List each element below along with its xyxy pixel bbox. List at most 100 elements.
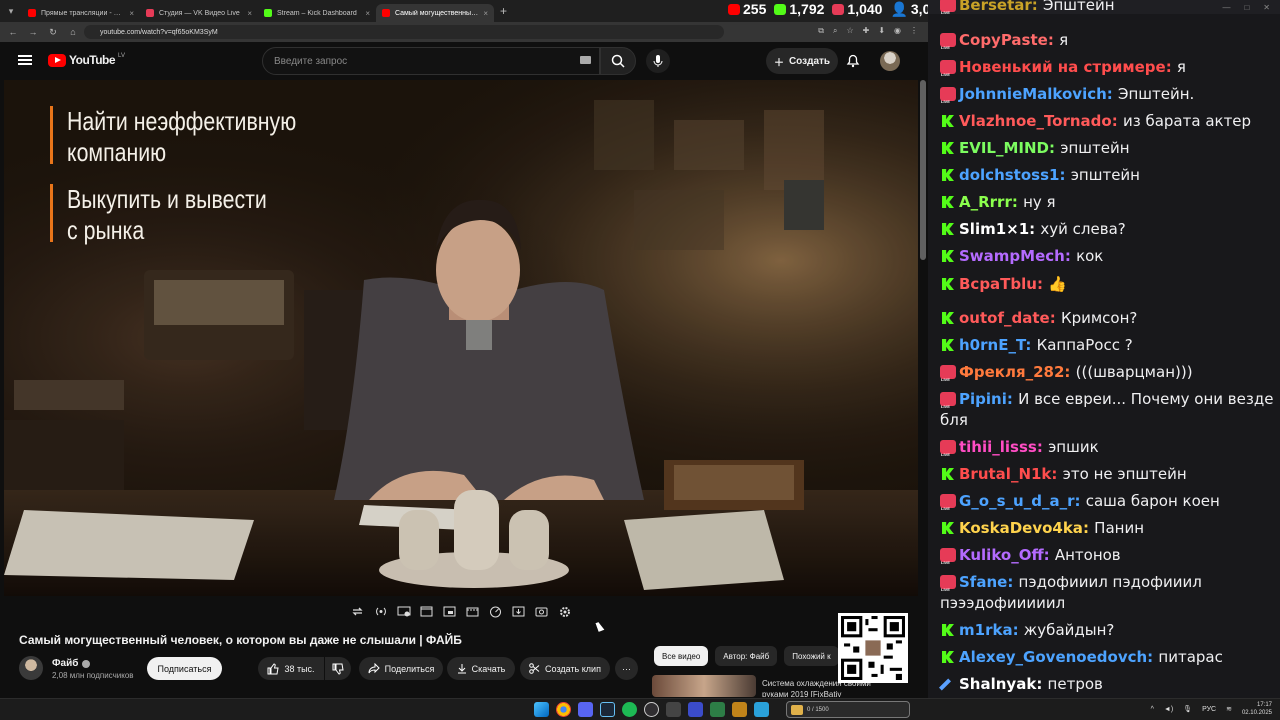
chat-username[interactable]: JohnnieMalkovich bbox=[959, 85, 1107, 103]
chat-username[interactable]: G_o_s_u_d_a_r bbox=[959, 492, 1074, 510]
download-icon[interactable]: ⬇ bbox=[878, 26, 885, 36]
chat-username[interactable]: m1rka bbox=[959, 621, 1013, 639]
back-icon[interactable]: ← bbox=[8, 27, 18, 37]
new-tab-button[interactable]: + bbox=[500, 4, 507, 18]
mic-tray-icon[interactable]: 🎙 bbox=[1183, 705, 1192, 713]
chat-username[interactable]: KoskaDevo4ka bbox=[959, 519, 1083, 537]
steam-icon[interactable] bbox=[600, 702, 615, 717]
profile-icon[interactable]: ◉ bbox=[894, 26, 901, 36]
dislike-button[interactable] bbox=[325, 657, 351, 680]
chat-username[interactable]: dolchstoss1 bbox=[959, 166, 1059, 184]
verified-icon bbox=[82, 659, 91, 668]
theater-mode-icon[interactable] bbox=[442, 604, 457, 619]
chat-username[interactable]: A_Rrrr bbox=[959, 193, 1012, 211]
chat-username[interactable]: outof_date bbox=[959, 309, 1050, 327]
page-scrollbar[interactable] bbox=[920, 80, 926, 260]
download-video-icon[interactable] bbox=[511, 604, 526, 619]
film-icon[interactable] bbox=[419, 604, 434, 619]
bookmark-star-icon[interactable]: ☆ bbox=[846, 26, 853, 36]
youtube-logo[interactable]: YouTube LV bbox=[48, 53, 125, 67]
obs-icon[interactable] bbox=[644, 702, 659, 717]
close-tab-icon[interactable]: × bbox=[129, 9, 134, 18]
extensions-icon[interactable]: ✚ bbox=[863, 26, 870, 36]
windows-start-icon[interactable] bbox=[534, 702, 549, 717]
channel-name-text: Файб bbox=[52, 658, 79, 669]
tab-search-icon[interactable]: ▾ bbox=[0, 0, 22, 22]
chrome-icon[interactable] bbox=[556, 702, 571, 717]
media-player-icon[interactable] bbox=[688, 702, 703, 717]
notifications-button[interactable] bbox=[846, 53, 860, 73]
wifi-icon[interactable]: ≋ bbox=[1226, 705, 1232, 713]
chat-username[interactable]: Фрекля_282 bbox=[959, 363, 1064, 381]
browser-menu-icon[interactable]: ⋮ bbox=[910, 26, 918, 36]
chat-username[interactable]: Pipini bbox=[959, 390, 1007, 408]
speed-icon[interactable] bbox=[488, 604, 503, 619]
chat-username[interactable]: Slim1×1 bbox=[959, 220, 1029, 238]
chat-username[interactable]: Kuliko_Off bbox=[959, 546, 1044, 564]
like-button[interactable]: 38 тыс. bbox=[258, 657, 324, 680]
chat-username[interactable]: EVIL_MIND bbox=[959, 139, 1049, 157]
folder-icon[interactable] bbox=[732, 702, 747, 717]
clock[interactable]: 17:17 02.10.2025 bbox=[1242, 701, 1272, 717]
clip-icon[interactable] bbox=[465, 604, 480, 619]
chat-username[interactable]: Sfane bbox=[959, 573, 1007, 591]
url-field[interactable]: youtube.com/watch?v=qf65oKM3SyM bbox=[84, 25, 724, 39]
close-tab-icon[interactable]: × bbox=[247, 9, 252, 18]
account-avatar[interactable] bbox=[880, 51, 900, 71]
cast-icon[interactable] bbox=[396, 604, 411, 619]
discord-icon[interactable] bbox=[578, 702, 593, 717]
spotify-icon[interactable] bbox=[622, 702, 637, 717]
chip-author[interactable]: Автор: Файб bbox=[715, 646, 778, 666]
download-button[interactable]: Скачать bbox=[447, 657, 515, 680]
forward-icon[interactable]: → bbox=[28, 27, 38, 37]
zoom-icon[interactable]: ⌕ bbox=[833, 26, 837, 36]
speaker-icon[interactable]: ◄) bbox=[1164, 706, 1173, 713]
chat-username[interactable]: SwampMech bbox=[959, 247, 1065, 265]
chat-username[interactable]: h0rnE_T bbox=[959, 336, 1025, 354]
tab-vk-studio[interactable]: Студия — VK Видео Live × bbox=[140, 4, 258, 22]
telegram-icon[interactable] bbox=[754, 702, 769, 717]
chat-username[interactable]: Brutal_N1k bbox=[959, 465, 1051, 483]
voice-search-button[interactable] bbox=[646, 49, 670, 73]
chat-username[interactable]: Vlazhnoe_Tornado bbox=[959, 112, 1112, 130]
create-button[interactable]: ＋ Создать bbox=[766, 48, 838, 74]
chip-similar[interactable]: Похожий к bbox=[784, 646, 839, 666]
terminal-icon[interactable] bbox=[710, 702, 725, 717]
chat-username[interactable]: Alexey_Govenoedovch bbox=[959, 648, 1147, 666]
chat-username[interactable]: CopyPaste bbox=[959, 31, 1048, 49]
loop-icon[interactable] bbox=[350, 604, 365, 619]
chat-username[interactable]: Bersetar bbox=[959, 0, 1032, 14]
install-icon[interactable]: ⧉ bbox=[818, 26, 824, 36]
chip-all-videos[interactable]: Все видео bbox=[654, 646, 709, 666]
search-input[interactable]: Введите запрос bbox=[262, 47, 600, 75]
create-clip-button[interactable]: Создать клип bbox=[520, 657, 610, 680]
keyboard-icon[interactable] bbox=[580, 56, 591, 64]
chat-username[interactable]: Новенький на стримере bbox=[959, 58, 1166, 76]
tab-youtube-live[interactable]: Прямые трансляции - YouTube × bbox=[22, 4, 140, 22]
search-button[interactable] bbox=[600, 47, 636, 75]
tab-kick-dashboard[interactable]: Stream – Kick Dashboard × bbox=[258, 4, 376, 22]
goal-widget[interactable]: 0 / 1500 bbox=[786, 701, 910, 718]
language-indicator[interactable]: РУС bbox=[1202, 706, 1216, 713]
app-icon[interactable] bbox=[666, 702, 681, 717]
subscribe-button[interactable]: Подписаться bbox=[147, 657, 222, 680]
close-tab-icon[interactable]: × bbox=[365, 9, 370, 18]
tray-chevron-icon[interactable]: ^ bbox=[1151, 706, 1154, 713]
channel-avatar[interactable] bbox=[19, 656, 43, 680]
more-actions-button[interactable]: ··· bbox=[615, 657, 638, 680]
reload-icon[interactable]: ↻ bbox=[48, 27, 58, 38]
home-icon[interactable]: ⌂ bbox=[68, 27, 78, 37]
screenshot-icon[interactable] bbox=[534, 604, 549, 619]
close-tab-icon[interactable]: × bbox=[483, 9, 488, 18]
settings-gear-icon[interactable] bbox=[557, 604, 572, 619]
tab-youtube-video[interactable]: Самый могущественный ч × bbox=[376, 4, 494, 22]
menu-icon[interactable] bbox=[18, 55, 32, 65]
chat-username[interactable]: Shalnyak bbox=[959, 675, 1036, 693]
broadcast-icon[interactable] bbox=[373, 604, 388, 619]
more-icon: ··· bbox=[622, 663, 631, 674]
share-button[interactable]: Поделиться bbox=[359, 657, 443, 680]
channel-name[interactable]: Файб bbox=[52, 658, 91, 669]
video-player[interactable]: Найти неэффективную компанию Выкупить и … bbox=[4, 80, 918, 596]
chat-username[interactable]: BcpaTblu bbox=[959, 275, 1037, 293]
chat-username[interactable]: tihii_lisss bbox=[959, 438, 1037, 456]
